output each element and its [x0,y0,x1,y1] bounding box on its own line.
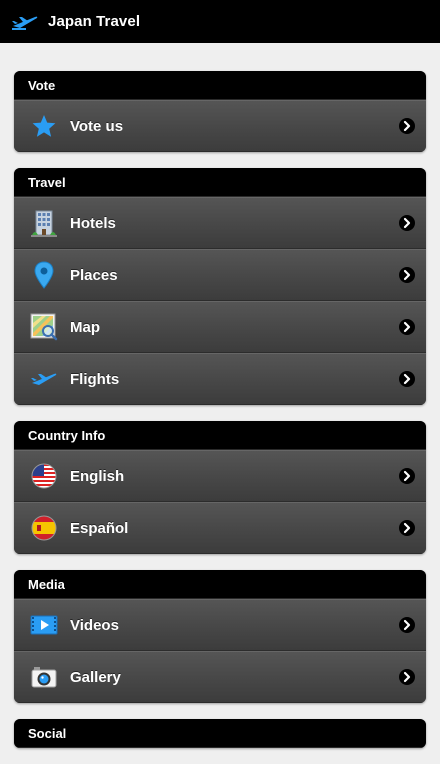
menu-item-label: Places [70,266,118,284]
star-icon [30,112,58,140]
menu-item-espanol[interactable]: Español [14,502,426,554]
chevron-right-icon [399,617,415,633]
menu-item-label: Videos [70,616,119,634]
menu-item-label: Español [70,519,129,537]
menu-item-map[interactable]: Map [14,301,426,353]
section-header-travel: Travel [14,168,426,197]
menu-item-videos[interactable]: Videos [14,599,426,651]
menu-item-label: Gallery [70,668,121,686]
map-pin-icon [30,261,58,289]
airplane-icon [11,12,39,32]
chevron-right-icon [399,669,415,685]
map-search-icon [30,313,58,341]
section-travel: Travel Hotels Places Map Flights [14,168,426,405]
video-icon [30,611,58,639]
chevron-right-icon [399,520,415,536]
menu-item-flights[interactable]: Flights [14,353,426,405]
section-country-info: Country Info English Español [14,421,426,554]
chevron-right-icon [399,319,415,335]
section-social: Social [14,719,426,748]
menu-item-places[interactable]: Places [14,249,426,301]
app-title: Japan Travel [48,13,141,30]
section-vote: Vote Vote us [14,71,426,152]
camera-icon [30,663,58,691]
airplane-icon [30,365,58,393]
section-header-vote: Vote [14,71,426,100]
chevron-right-icon [399,371,415,387]
menu-item-gallery[interactable]: Gallery [14,651,426,703]
menu-item-hotels[interactable]: Hotels [14,197,426,249]
chevron-right-icon [399,215,415,231]
section-header-media: Media [14,570,426,599]
menu-item-english[interactable]: English [14,450,426,502]
menu-item-label: Hotels [70,214,116,232]
spain-flag-icon [30,514,58,542]
chevron-right-icon [399,468,415,484]
menu-item-label: Flights [70,370,120,388]
chevron-right-icon [399,267,415,283]
us-flag-icon [30,462,58,490]
hotel-building-icon [30,209,58,237]
chevron-right-icon [399,118,415,134]
menu-item-label: English [70,467,125,485]
menu-item-vote-us[interactable]: Vote us [14,100,426,152]
menu-list: Vote Vote us Travel Hotels Places Map Fl… [14,71,426,764]
section-header-country-info: Country Info [14,421,426,450]
menu-item-label: Map [70,318,100,336]
section-header-social: Social [14,719,426,748]
section-media: Media Videos Gallery [14,570,426,703]
menu-item-label: Vote us [70,117,124,135]
app-bar: Japan Travel [0,0,440,43]
